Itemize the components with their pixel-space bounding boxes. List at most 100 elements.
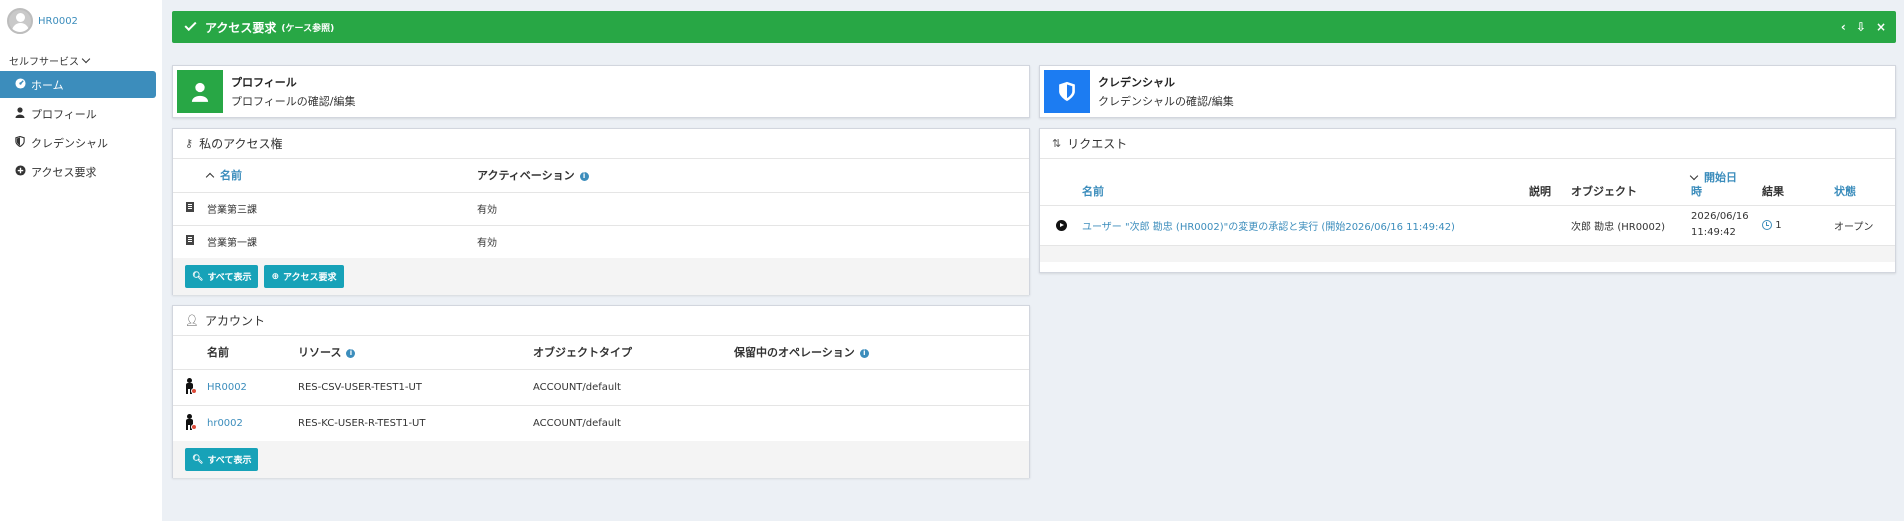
- access-rights-table: 名前 アクティベーション i 営業第三課 有効 営業第一課 有効: [173, 159, 1029, 258]
- access-name: 営業第三課: [207, 205, 257, 216]
- sidebar-item-profile[interactable]: プロフィール: [0, 100, 156, 127]
- account-name-link[interactable]: HR0002: [207, 382, 247, 393]
- sidebar-item-credential[interactable]: クレデンシャル: [0, 129, 156, 156]
- page-subtitle: (ケース参照): [281, 23, 335, 34]
- access-activation: 有効: [477, 205, 497, 216]
- accounts-box: 👤︎ アカウント 名前 リソース i オブジェクトタイプ 保留中のオペレーション i…: [172, 305, 1030, 478]
- profile-card-subtitle: プロフィールの確認/編集: [231, 95, 356, 108]
- sort-desc-icon: [1689, 171, 1699, 180]
- account-name-link[interactable]: hr0002: [207, 418, 243, 429]
- account-icon: [184, 413, 197, 430]
- request-state: オープン: [1834, 221, 1874, 233]
- requests-footer: [1040, 245, 1895, 262]
- access-name: 営業第一課: [207, 238, 257, 250]
- credential-card[interactable]: クレデンシャル クレデンシャルの確認/編集: [1039, 65, 1896, 118]
- home-icon: [13, 77, 27, 92]
- page-header: アクセス要求 (ケース参照) ‹ ⇩ ×: [172, 11, 1896, 43]
- check-icon: [184, 18, 197, 32]
- account-resource: RES-CSV-USER-TEST1-UT: [298, 381, 422, 393]
- sidebar-item-home[interactable]: ホーム: [0, 71, 156, 98]
- profile-card-icon-box: [177, 70, 223, 113]
- access-rights-header: ⚷ 私のアクセス権: [173, 129, 1029, 159]
- profile-card[interactable]: プロフィール プロフィールの確認/編集: [172, 65, 1030, 118]
- info-icon[interactable]: i: [859, 348, 869, 358]
- collapse-icon[interactable]: ‹: [1841, 20, 1846, 34]
- search-icon: 🔍︎: [192, 271, 204, 282]
- accounts-table: 名前 リソース i オブジェクトタイプ 保留中のオペレーション i HR0002 R…: [173, 336, 1029, 441]
- info-icon[interactable]: i: [346, 348, 356, 358]
- shield-icon: [1059, 81, 1075, 102]
- sort-asc-icon: [205, 173, 215, 182]
- credential-card-subtitle: クレデンシャルの確認/編集: [1098, 95, 1234, 108]
- column-header-state[interactable]: 状態: [1834, 169, 1895, 205]
- request-description: [1529, 205, 1571, 245]
- requests-box: ⇅ リクエスト 名前 説明 オブジェクト 開始日時 結果 状態 ユーザー "次郎…: [1039, 128, 1896, 273]
- chevron-down-icon: [81, 54, 91, 63]
- self-service-section-toggle[interactable]: セルフサービス: [0, 50, 162, 70]
- request-name-link[interactable]: ユーザー "次郎 勘忠 (HR0002)"の変更の承認と実行 (開始2026/0…: [1082, 222, 1455, 233]
- account-resource: RES-KC-USER-R-TEST1-UT: [298, 417, 426, 429]
- play-icon: [1055, 219, 1067, 231]
- requests-table: 名前 説明 オブジェクト 開始日時 結果 状態 ユーザー "次郎 勘忠 (HR0…: [1040, 169, 1895, 245]
- user-icon: [13, 106, 27, 121]
- column-header-description: 説明: [1529, 184, 1551, 198]
- close-icon[interactable]: ×: [1876, 20, 1886, 34]
- access-activation: 有効: [477, 238, 497, 250]
- self-service-label: セルフサービス: [9, 56, 79, 68]
- transfer-icon: ⇅: [1052, 137, 1062, 150]
- user-panel[interactable]: HR0002: [0, 0, 162, 42]
- credential-card-title: クレデンシャル: [1098, 76, 1175, 89]
- sidebar-item-label: アクセス要求: [31, 165, 97, 179]
- shield-icon: [13, 135, 27, 150]
- table-row: ユーザー "次郎 勘忠 (HR0002)"の変更の承認と実行 (開始2026/0…: [1040, 205, 1895, 245]
- plus-circle-icon: ⊕: [271, 271, 279, 282]
- clock-icon: [1762, 219, 1772, 230]
- sidebar-item-access-request[interactable]: アクセス要求: [0, 158, 156, 185]
- show-all-button[interactable]: 🔍︎ すべて表示: [185, 448, 259, 471]
- accounts-title: アカウント: [204, 314, 265, 328]
- main-content: アクセス要求 (ケース参照) ‹ ⇩ × プロフィール プロフィールの確認/編集…: [162, 0, 1904, 521]
- column-header-name[interactable]: 名前: [205, 159, 477, 192]
- account-pending: [734, 405, 1029, 441]
- column-header-name[interactable]: 名前: [1082, 169, 1529, 205]
- profile-card-title: プロフィール: [231, 76, 297, 89]
- table-row: HR0002 RES-CSV-USER-TEST1-UT ACCOUNT/def…: [173, 369, 1029, 405]
- building-icon: [186, 202, 194, 212]
- avatar[interactable]: [7, 8, 33, 34]
- download-icon[interactable]: ⇩: [1856, 20, 1866, 34]
- username-link[interactable]: HR0002: [38, 16, 78, 27]
- access-request-button[interactable]: ⊕ アクセス要求: [264, 265, 344, 288]
- account-object-type: ACCOUNT/default: [533, 381, 621, 393]
- requests-header: ⇅ リクエスト: [1040, 129, 1895, 159]
- accounts-header: 👤︎ アカウント: [173, 306, 1029, 336]
- account-icon: [184, 377, 197, 394]
- column-header-result: 結果: [1762, 184, 1784, 198]
- column-header-name: 名前: [207, 346, 229, 360]
- column-header-pending-operation: 保留中のオペレーション i: [734, 336, 1029, 369]
- table-row: hr0002 RES-KC-USER-R-TEST1-UT ACCOUNT/de…: [173, 405, 1029, 441]
- access-rights-box: ⚷ 私のアクセス権 名前 アクティベーション i 営業第三課 有効 営業第一課 有…: [172, 128, 1030, 295]
- credential-card-icon-box: [1044, 70, 1090, 113]
- column-header-activation: アクティベーション i: [477, 159, 1029, 192]
- key-icon: ⚷: [185, 137, 194, 150]
- access-rights-footer: 🔍︎ すべて表示 ⊕ アクセス要求: [173, 258, 1029, 295]
- account-pending: [734, 369, 1029, 405]
- account-object-type: ACCOUNT/default: [533, 417, 621, 429]
- column-header-object-type: オブジェクトタイプ: [533, 346, 632, 360]
- sidebar-item-label: クレデンシャル: [31, 136, 108, 150]
- table-row: 営業第一課 有効: [173, 225, 1029, 258]
- access-rights-title: 私のアクセス権: [199, 137, 283, 151]
- column-header-start-date[interactable]: 開始日時: [1689, 169, 1762, 205]
- user-icon: [191, 82, 209, 102]
- show-all-button[interactable]: 🔍︎ すべて表示: [185, 265, 259, 288]
- column-header-resource: リソース i: [298, 336, 533, 369]
- request-result[interactable]: 1: [1762, 205, 1834, 245]
- request-object: 次郎 勘忠 (HR0002): [1571, 221, 1666, 233]
- person-icon: 👤︎: [185, 314, 199, 327]
- sidebar: HR0002 セルフサービス ホーム プロフィール クレデンシャル アクセス要求: [0, 0, 162, 521]
- search-icon: 🔍︎: [192, 454, 204, 465]
- column-header-object: オブジェクト: [1571, 184, 1637, 198]
- page-title: アクセス要求: [205, 20, 277, 35]
- info-icon[interactable]: i: [579, 171, 589, 181]
- sidebar-item-label: プロフィール: [31, 107, 97, 121]
